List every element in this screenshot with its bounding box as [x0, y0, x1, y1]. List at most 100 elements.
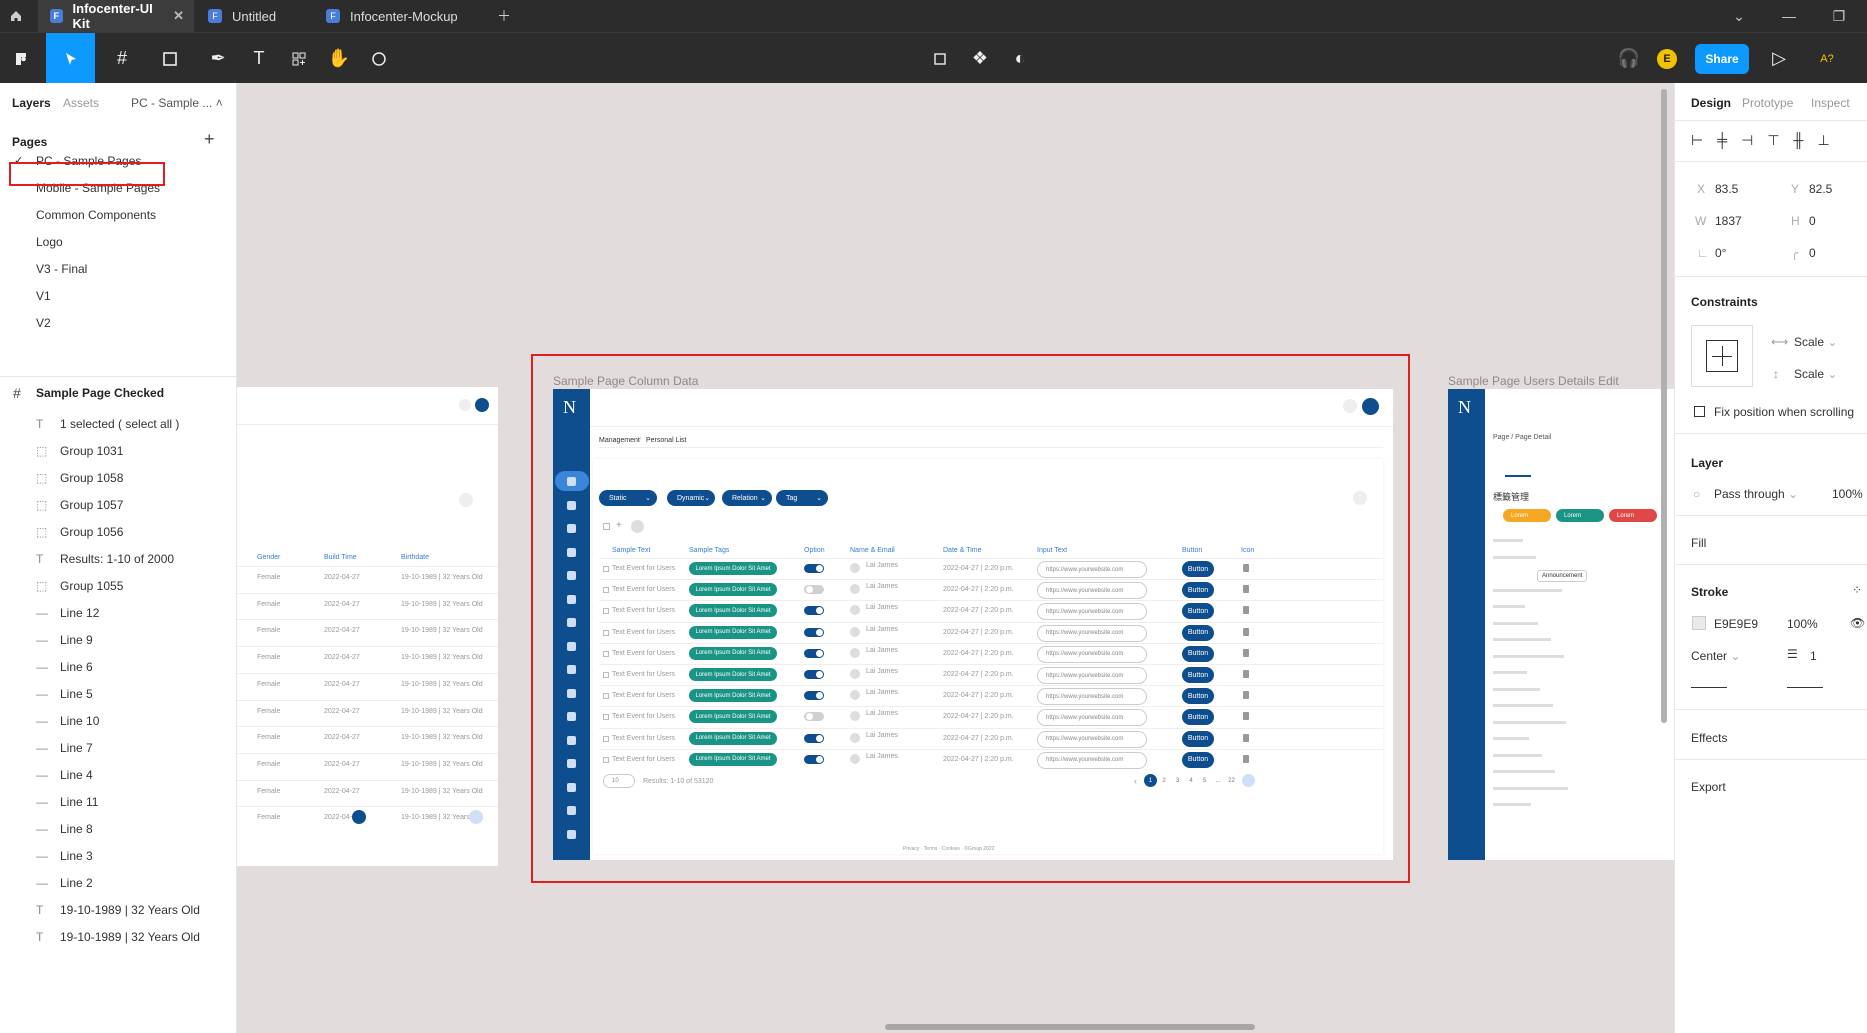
page-dropdown[interactable]: PC - Sample ... ˄ — [131, 96, 223, 110]
frame-layer-row[interactable]: # Sample Page Checked — [0, 377, 237, 409]
close-tab-icon[interactable]: ✕ — [173, 8, 184, 24]
contrast-icon[interactable]: ◐ — [1004, 33, 1036, 84]
page-item[interactable]: Common Components — [0, 201, 237, 228]
maximize-icon[interactable]: ❐ — [1821, 0, 1857, 32]
radius-input[interactable]: 0 — [1809, 246, 1816, 260]
component-icon[interactable]: ❖ — [964, 33, 996, 84]
zoom-menu[interactable]: A? — [1810, 33, 1844, 84]
user-avatar[interactable]: E — [1656, 33, 1678, 84]
crop-frame-icon[interactable] — [924, 33, 956, 84]
design-tab[interactable]: Design — [1691, 96, 1731, 110]
vertical-scrollbar[interactable] — [1661, 89, 1667, 723]
tab-infocenter-mockup[interactable]: F Infocenter-Mockup — [314, 0, 484, 32]
stroke-color-hex[interactable]: E9E9E9 — [1714, 617, 1758, 631]
next-page-icon[interactable] — [469, 810, 483, 824]
w-input[interactable]: 1837 — [1715, 214, 1742, 228]
play-icon[interactable]: ▷ — [1764, 33, 1794, 84]
minimize-icon[interactable]: — — [1771, 0, 1807, 32]
align-bottom-icon[interactable]: ⊥ — [1817, 132, 1829, 149]
layer-row[interactable]: — Line 4 — [0, 761, 237, 788]
eye-icon[interactable]: 👁 — [1850, 616, 1865, 630]
layer-row[interactable]: T 19-10-1989 | 32 Years Old — [0, 923, 237, 950]
layer-row[interactable]: ⬚ Group 1056 — [0, 518, 237, 545]
announcement-input[interactable]: Announcement — [1537, 570, 1588, 582]
headphones-icon[interactable]: 🎧 — [1612, 33, 1646, 84]
h-input[interactable]: 0 — [1809, 214, 1816, 228]
tab-untitled[interactable]: F Untitled — [196, 0, 314, 32]
align-center-h-icon[interactable]: ╪ — [1717, 132, 1727, 148]
layer-row[interactable]: T 1 selected ( select all ) — [0, 410, 237, 437]
frame-label-right[interactable]: Sample Page Users Details Edit — [1448, 374, 1619, 388]
stroke-color-swatch[interactable] — [1692, 616, 1706, 630]
frame-tool-icon[interactable]: # — [102, 33, 142, 84]
stroke-styles-icon[interactable]: ⁘ — [1852, 583, 1862, 597]
layer-row[interactable]: — Line 7 — [0, 734, 237, 761]
inspect-tab[interactable]: Inspect — [1811, 96, 1850, 110]
layer-row[interactable]: — Line 6 — [0, 653, 237, 680]
new-tab-icon[interactable]: ＋ — [486, 0, 522, 32]
tab-infocenter-ui-kit[interactable]: F Infocenter-UI Kit ✕ — [38, 0, 194, 32]
layers-tab[interactable]: Layers — [12, 96, 51, 110]
page-item[interactable]: V2 — [0, 309, 237, 336]
layer-row[interactable]: ⬚ Group 1031 — [0, 437, 237, 464]
horizontal-constraint-select[interactable]: Scale ⌄ — [1794, 335, 1837, 349]
layer-row[interactable]: — Line 5 — [0, 680, 237, 707]
layer-row[interactable]: ⬚ Group 1055 — [0, 572, 237, 599]
align-middle-icon[interactable]: ╫ — [1794, 132, 1804, 148]
home-icon[interactable] — [0, 0, 32, 32]
stroke-weight-input[interactable]: 1 — [1810, 649, 1817, 663]
layer-opacity-input[interactable]: 100% — [1832, 487, 1863, 501]
fix-position-checkbox[interactable] — [1694, 406, 1705, 417]
stroke-start-select[interactable] — [1691, 687, 1727, 688]
stroke-end-select[interactable] — [1787, 687, 1823, 688]
layer-row[interactable]: T 19-10-1989 | 32 Years Old — [0, 896, 237, 923]
chip[interactable]: Lorem — [1609, 509, 1657, 522]
layer-row[interactable]: ⬚ Group 1058 — [0, 464, 237, 491]
layer-row[interactable]: ⬚ Group 1057 — [0, 491, 237, 518]
shape-tool-icon[interactable] — [150, 33, 190, 84]
horizontal-scrollbar[interactable] — [885, 1024, 1255, 1030]
chip-label: Lorem — [1511, 512, 1529, 519]
layer-row[interactable]: — Line 10 — [0, 707, 237, 734]
page-item-label: V3 - Final — [36, 261, 88, 276]
row-divider — [237, 672, 498, 674]
page-item[interactable]: V3 - Final — [0, 255, 237, 282]
move-tool-icon[interactable] — [46, 33, 95, 84]
layer-row[interactable]: T Results: 1-10 of 2000 — [0, 545, 237, 572]
hand-tool-icon[interactable]: ✋ — [324, 33, 354, 84]
frame-partial-right[interactable]: N Page / Page Detail 標籤管理 Lorem Lorem Lo… — [1448, 389, 1674, 860]
chevron-down-icon[interactable]: ⌄ — [1721, 0, 1757, 32]
vertical-constraint-select[interactable]: Scale ⌄ — [1794, 367, 1837, 381]
rotation-input[interactable]: 0° — [1715, 246, 1726, 260]
layer-row[interactable]: — Line 8 — [0, 815, 237, 842]
blend-mode-select[interactable]: Pass through ⌄ — [1714, 487, 1798, 501]
assets-tab[interactable]: Assets — [63, 96, 99, 110]
x-input[interactable]: 83.5 — [1715, 182, 1738, 196]
frame-partial-left[interactable]: Gender Build Time Birthdate Female 2022-0… — [237, 387, 498, 866]
align-top-icon[interactable]: ⊤ — [1767, 132, 1779, 149]
layer-row[interactable]: — Line 12 — [0, 599, 237, 626]
constraints-widget[interactable] — [1691, 325, 1753, 387]
prototype-tab[interactable]: Prototype — [1742, 96, 1793, 110]
text-tool-icon[interactable]: T — [244, 33, 274, 84]
stroke-opacity-input[interactable]: 100% — [1787, 617, 1818, 631]
layer-row[interactable]: — Line 11 — [0, 788, 237, 815]
stroke-align-select[interactable]: Center ⌄ — [1691, 649, 1740, 663]
layer-row[interactable]: — Line 2 — [0, 869, 237, 896]
design-canvas[interactable]: Gender Build Time Birthdate Female 2022-0… — [237, 83, 1674, 1033]
share-button[interactable]: Share — [1695, 33, 1749, 84]
align-left-icon[interactable]: ⊢ — [1691, 132, 1703, 149]
resources-icon[interactable] — [284, 33, 314, 84]
layer-row[interactable]: — Line 9 — [0, 626, 237, 653]
page-item[interactable]: V1 — [0, 282, 237, 309]
y-input[interactable]: 82.5 — [1809, 182, 1832, 196]
pen-tool-icon[interactable]: ✒ — [198, 33, 238, 84]
layer-row[interactable]: — Line 3 — [0, 842, 237, 869]
page-item[interactable]: Logo — [0, 228, 237, 255]
comment-tool-icon[interactable] — [364, 33, 394, 84]
chip[interactable]: Lorem — [1503, 509, 1551, 522]
main-menu-icon[interactable] — [4, 33, 38, 84]
chip[interactable]: Lorem — [1556, 509, 1604, 522]
page-1[interactable] — [352, 810, 366, 824]
align-right-icon[interactable]: ⊣ — [1741, 132, 1753, 149]
